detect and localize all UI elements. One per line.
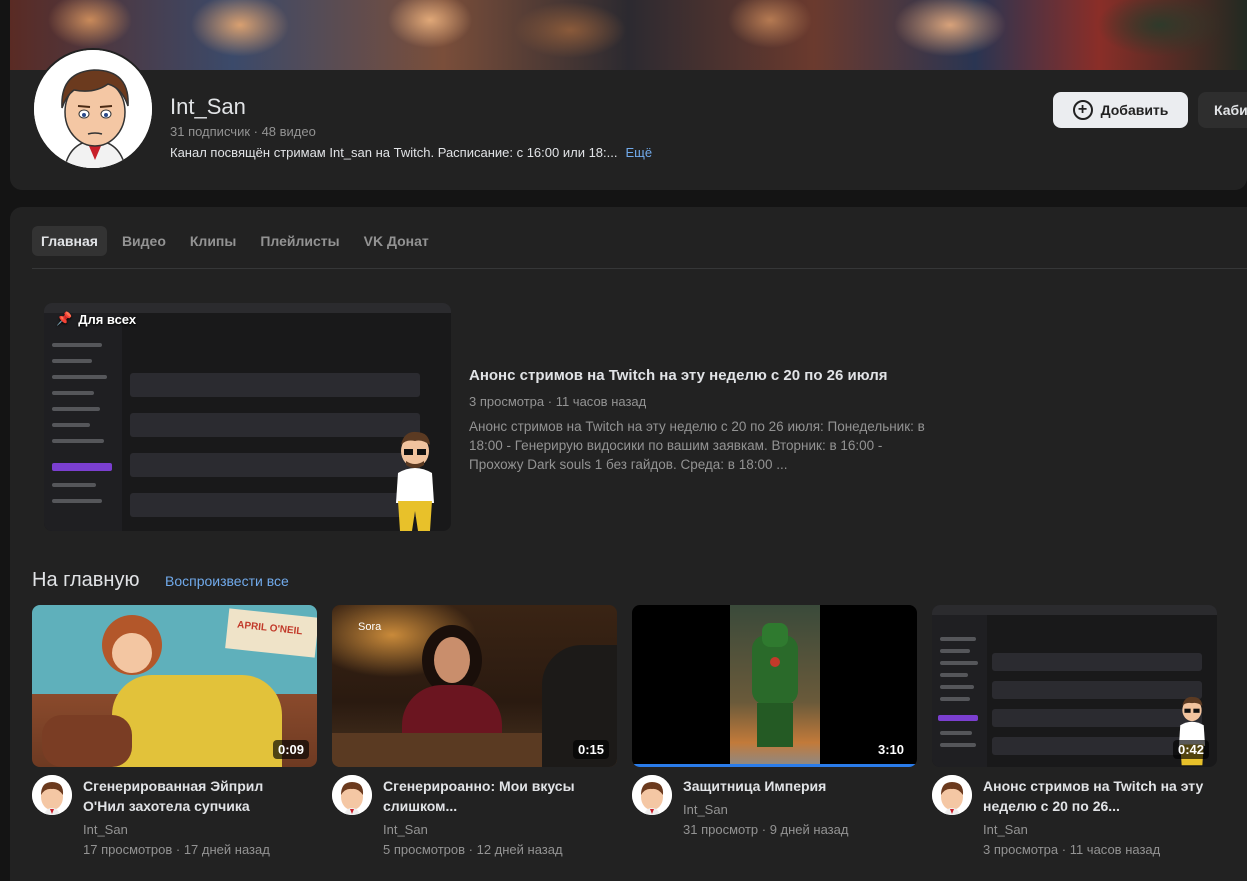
video-duration: 3:10 [872, 740, 909, 759]
channel-main: Главная Видео Клипы Плейлисты VK Донат 📌… [10, 207, 1247, 881]
featured-video-title[interactable]: Анонс стримов на Twitch на эту неделю с … [469, 367, 939, 384]
tab-vk-donate[interactable]: VK Донат [355, 226, 438, 256]
featured-video-description: Анонс стримов на Twitch на эту неделю с … [469, 419, 925, 472]
tabs-divider [32, 268, 1247, 269]
cabinet-button[interactable]: Кабинет [1198, 92, 1247, 128]
plus-circle-icon: + [1072, 100, 1093, 120]
video-thumbnail[interactable]: 0:42 [932, 605, 1217, 767]
channel-tabs: Главная Видео Клипы Плейлисты VK Донат [32, 226, 438, 256]
author-avatar[interactable] [332, 775, 372, 815]
author-avatar[interactable] [632, 775, 672, 815]
channel-avatar[interactable] [32, 48, 154, 170]
section-title: На главную [32, 569, 140, 591]
tab-playlists[interactable]: Плейлисты [251, 226, 348, 256]
tab-home[interactable]: Главная [32, 226, 107, 256]
video-thumbnail[interactable]: Sora 0:15 [332, 605, 617, 767]
sora-watermark: Sora [358, 621, 382, 633]
show-more-link[interactable]: Ещё [625, 145, 652, 160]
cartoon-character [396, 431, 434, 531]
channel-description-text: Канал посвящён стримам Int_san на Twitch… [170, 145, 618, 160]
video-meta: 5 просмотров · 12 дней назад [383, 842, 563, 857]
video-card[interactable]: 0:42 Анонс стримов на Twitch на эту неде… [932, 605, 1217, 875]
screenshot-browser-bar [932, 605, 1217, 615]
video-meta: 3 просмотра · 11 часов назад [983, 842, 1161, 857]
video-card[interactable]: 3:10 Защитница Империя Int_San 31 просмо… [632, 605, 917, 875]
tab-videos[interactable]: Видео [113, 226, 175, 256]
watch-progress-bar [632, 764, 917, 767]
video-meta: 17 просмотров · 17 дней назад [83, 842, 270, 857]
screenshot-sidebar [932, 615, 987, 767]
featured-video-thumbnail[interactable]: 📌 Для всех [44, 303, 451, 531]
video-title[interactable]: Сгенерироанно: Мои вкусы слишком... [383, 776, 608, 816]
video-author[interactable]: Int_San [83, 822, 128, 837]
featured-badge: 📌 Для всех [56, 311, 136, 327]
featured-video-info: Анонс стримов на Twitch на эту неделю с … [469, 367, 939, 474]
video-duration: 0:42 [1172, 740, 1209, 759]
featured-badge-label: Для всех [78, 311, 137, 327]
video-title[interactable]: Сгенерированная Эйприл О'Нил захотела су… [83, 776, 308, 816]
video-title[interactable]: Анонс стримов на Twitch на эту неделю с … [983, 776, 1208, 816]
channel-stats: 31 подписчик · 48 видео [170, 124, 316, 139]
video-duration: 0:09 [272, 740, 309, 759]
video-author[interactable]: Int_San [683, 802, 728, 817]
video-thumbnail[interactable]: 3:10 [632, 605, 917, 767]
video-meta: 31 просмотр · 9 дней назад [683, 822, 849, 837]
play-all-link[interactable]: Воспроизвести все [165, 573, 289, 589]
add-button-label: Добавить [1100, 102, 1169, 118]
video-author[interactable]: Int_San [983, 822, 1028, 837]
video-author[interactable]: Int_San [383, 822, 428, 837]
channel-name: Int_San [170, 94, 246, 119]
channel-cover-image [10, 0, 1247, 70]
featured-video-meta: 3 просмотра · 11 часов назад [469, 394, 647, 409]
add-channel-button[interactable]: + Добавить [1053, 92, 1188, 128]
video-card[interactable]: Sora 0:15 Сгенерироанно: Мои вкусы слишк… [332, 605, 617, 875]
pin-icon: 📌 [56, 311, 73, 326]
channel-description: Канал посвящён стримам Int_san на Twitch… [170, 145, 652, 160]
video-card[interactable]: APRIL O'NEIL 0:09 Сгенерированная Эйприл… [32, 605, 317, 875]
video-title[interactable]: Защитница Империя [683, 776, 908, 796]
channel-header: Int_San 31 подписчик · 48 видео Канал по… [10, 0, 1247, 190]
author-avatar[interactable] [32, 775, 72, 815]
tab-clips[interactable]: Клипы [181, 226, 245, 256]
video-thumbnail[interactable]: APRIL O'NEIL 0:09 [32, 605, 317, 767]
author-avatar[interactable] [932, 775, 972, 815]
screenshot-sidebar [44, 313, 122, 531]
video-duration: 0:15 [572, 740, 609, 759]
